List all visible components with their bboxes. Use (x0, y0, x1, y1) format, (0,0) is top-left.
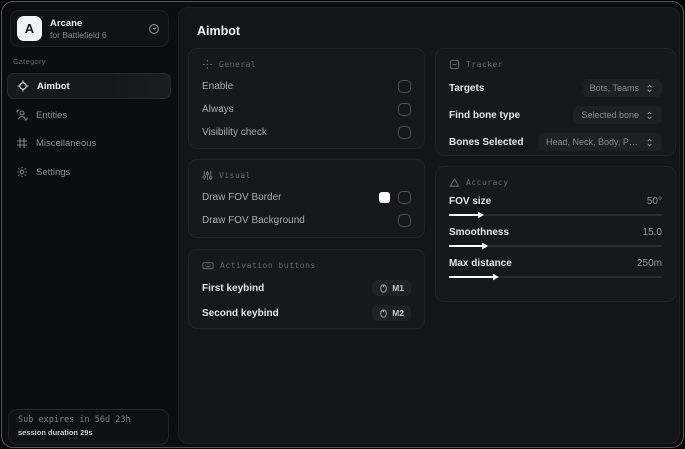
app-title: Arcane (50, 17, 83, 29)
first-keybind-label: First keybind (202, 282, 265, 294)
max-distance-slider[interactable] (449, 273, 662, 281)
second-keybind-button[interactable]: M2 (372, 305, 411, 321)
smoothness-label: Smoothness (449, 227, 510, 238)
card-title: Activation buttons (220, 261, 316, 270)
mouse-icon (379, 308, 388, 318)
slider-thumb[interactable] (477, 211, 484, 219)
visibility-check-label: Visibility check (202, 126, 267, 138)
sub-expires-text: Sub expires in 56d 23h (18, 415, 131, 425)
visual-card: Visual Draw FOV Border Draw FOV Backgrou… (188, 159, 425, 238)
sidebar: A Arcane for Battlefield 6 Category Aimb… (2, 2, 177, 447)
app-logo-letter: A (24, 21, 35, 36)
card-title: Visual (219, 171, 251, 180)
fov-size-value: 50° (646, 196, 662, 207)
tracker-card: Tracker Targets Bots, Teams Find bone ty… (435, 48, 676, 156)
visibility-check-checkbox[interactable] (398, 125, 411, 139)
bones-selected-label: Bones Selected (449, 136, 524, 148)
mouse-icon (379, 283, 388, 293)
bones-selected-dropdown[interactable]: Head, Neck, Body, Pe... (538, 133, 662, 151)
entities-icon (16, 109, 28, 121)
enable-label: Enable (202, 80, 234, 92)
app-logo: A (17, 16, 42, 41)
second-keybind-label: Second keybind (202, 307, 279, 319)
enable-checkbox[interactable] (398, 79, 411, 93)
bones-selected-value: Head, Neck, Body, Pe... (546, 137, 639, 147)
crosshair-dashed-icon (202, 59, 213, 70)
card-title: General (219, 60, 257, 69)
keybind-value: M1 (392, 283, 404, 293)
slider-thumb[interactable] (492, 273, 499, 281)
targets-label: Targets (449, 82, 485, 94)
triangle-icon (449, 177, 460, 188)
scan-minus-icon (449, 59, 460, 70)
sidebar-item-label: Entities (36, 109, 68, 121)
sliders-icon (202, 170, 213, 181)
draw-fov-background-checkbox[interactable] (398, 213, 411, 227)
fov-border-color-swatch[interactable] (379, 191, 390, 203)
fov-size-slider[interactable] (449, 211, 662, 219)
logo-card: A Arcane for Battlefield 6 (10, 10, 169, 47)
find-bone-type-value: Selected bone (581, 110, 639, 120)
accuracy-card: Accuracy FOV size 50° Smoothness 15.0 Ma… (435, 166, 676, 302)
max-distance-label: Max distance (449, 258, 512, 269)
chevrons-up-down-icon (645, 111, 654, 120)
slider-thumb[interactable] (482, 242, 489, 250)
page-title: Aimbot (197, 24, 241, 38)
sidebar-item-settings[interactable]: Settings (7, 159, 171, 185)
draw-fov-border-checkbox[interactable] (398, 190, 411, 204)
targets-value: Bots, Teams (589, 83, 639, 93)
app-window: A Arcane for Battlefield 6 Category Aimb… (1, 1, 684, 448)
card-title: Tracker (466, 60, 504, 69)
draw-fov-border-label: Draw FOV Border (202, 191, 282, 203)
targets-dropdown[interactable]: Bots, Teams (581, 79, 662, 97)
session-duration-text: session duration 29s (18, 428, 93, 437)
fov-size-label: FOV size (449, 196, 492, 207)
keybind-value: M2 (392, 308, 404, 318)
sidebar-item-aimbot[interactable]: Aimbot (7, 73, 171, 99)
first-keybind-button[interactable]: M1 (372, 280, 411, 296)
sync-icon[interactable] (148, 23, 160, 35)
app-subtitle: for Battlefield 6 (50, 29, 107, 40)
sidebar-item-label: Miscellaneous (36, 137, 97, 149)
grid-icon (16, 137, 28, 149)
subscription-card: Sub expires in 56d 23h session duration … (8, 409, 169, 445)
chevrons-up-down-icon (645, 84, 654, 93)
chevrons-up-down-icon (645, 138, 654, 147)
sidebar-item-entities[interactable]: Entities (7, 102, 171, 128)
activation-buttons-card: Activation buttons First keybind M1 Seco… (188, 249, 425, 329)
smoothness-slider[interactable] (449, 242, 662, 250)
always-label: Always (202, 103, 234, 115)
keyboard-icon (202, 260, 214, 271)
sidebar-item-label: Settings (36, 166, 71, 178)
always-checkbox[interactable] (398, 102, 411, 116)
find-bone-type-dropdown[interactable]: Selected bone (573, 106, 662, 124)
general-card: General Enable Always Visibility check (188, 48, 425, 149)
max-distance-value: 250m (636, 258, 662, 269)
sidebar-item-miscellaneous[interactable]: Miscellaneous (7, 130, 171, 156)
gear-icon (16, 166, 28, 178)
draw-fov-background-label: Draw FOV Background (202, 214, 305, 226)
smoothness-value: 15.0 (642, 227, 662, 238)
crosshair-icon (17, 80, 29, 92)
category-label: Category (13, 57, 46, 66)
find-bone-type-label: Find bone type (449, 109, 521, 121)
card-title: Accuracy (466, 178, 509, 187)
main-panel: Aimbot General Enable Always Visibility … (178, 7, 680, 444)
sidebar-item-label: Aimbot (37, 80, 70, 92)
